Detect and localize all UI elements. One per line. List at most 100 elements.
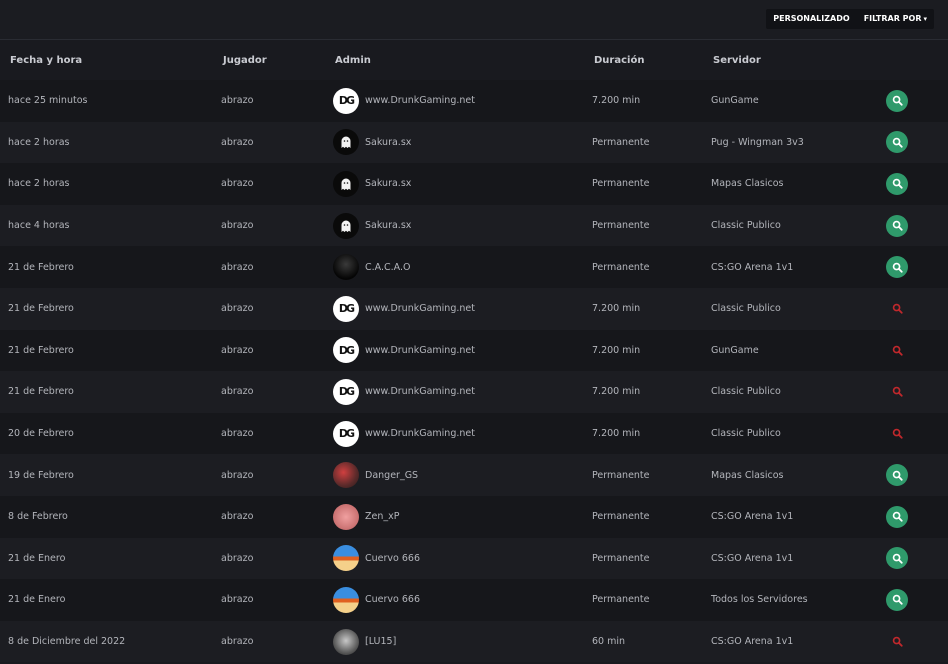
table-row[interactable]: hace 25 minutos abrazo DG www.DrunkGaming.n… — [0, 80, 948, 122]
server-cell: Classic Publico — [711, 386, 781, 398]
table-row[interactable]: 8 de Diciembre del 2022 abrazo [LU15] 60 mi… — [0, 620, 948, 663]
admin-cell: DG www.DrunkGaming.net — [325, 288, 584, 330]
date-cell: 21 de Febrero — [8, 386, 74, 398]
admin-name: C.A.C.A.O — [365, 261, 411, 273]
caret-down-icon: ▾ — [923, 15, 927, 23]
view-details-button[interactable] — [886, 131, 908, 154]
date-cell: 20 de Febrero — [8, 428, 74, 440]
table-row[interactable]: 20 de Febrero abrazo DG www.DrunkGaming.net… — [0, 412, 948, 455]
admin-cell: DG www.DrunkGaming.net — [325, 80, 584, 122]
action-cell — [886, 80, 948, 122]
admin-cell: Sakura.sx — [325, 163, 584, 205]
view-details-button[interactable] — [886, 298, 908, 320]
admin-avatar: DG — [333, 420, 359, 447]
action-cell — [886, 454, 948, 496]
date-cell: 21 de Enero — [8, 594, 66, 606]
column-header-server[interactable]: Servidor — [703, 40, 886, 80]
date-cell: 21 de Febrero — [8, 344, 74, 356]
duration-cell: Permanente — [592, 136, 650, 148]
column-header-admin[interactable]: Admin — [325, 40, 584, 80]
bans-table: Fecha y hora Jugador Admin Duración Serv… — [0, 40, 948, 663]
date-cell: 8 de Diciembre del 2022 — [8, 636, 126, 648]
player-cell: abrazo — [221, 552, 254, 564]
column-header-actions — [886, 40, 948, 80]
player-cell: abrazo — [221, 594, 254, 606]
drunkgaming-logo: DG — [338, 343, 355, 357]
view-details-button[interactable] — [886, 256, 908, 279]
table-row[interactable]: 8 de Febrero abrazo Zen_xP Permanente CS:GO … — [0, 495, 948, 538]
admin-avatar: DG — [333, 87, 359, 114]
table-row[interactable]: 21 de Febrero abrazo DG www.DrunkGaming.net… — [0, 287, 948, 330]
view-details-button[interactable] — [886, 423, 908, 445]
view-details-button[interactable] — [886, 464, 908, 487]
view-details-button[interactable] — [886, 505, 908, 528]
search-icon — [892, 636, 903, 647]
table-row[interactable]: hace 2 horas abrazo Sakura.sx Permanente Pug… — [0, 121, 948, 164]
table-row[interactable]: 21 de Enero abrazo Cuervo 666 Permanente Tod… — [0, 579, 948, 621]
duration-cell: Permanente — [592, 594, 650, 606]
table-row[interactable]: 21 de Febrero abrazo DG www.DrunkGaming.net… — [0, 329, 948, 372]
player-cell: abrazo — [221, 428, 254, 440]
column-header-duration[interactable]: Duración — [584, 40, 703, 80]
column-header-date[interactable]: Fecha y hora — [0, 40, 213, 80]
drunkgaming-logo: DG — [338, 94, 355, 108]
duration-cell: 7.200 min — [592, 303, 641, 315]
search-icon — [892, 470, 903, 481]
search-icon — [892, 428, 903, 439]
search-icon — [892, 95, 903, 106]
admin-name: Sakura.sx — [365, 178, 412, 190]
action-cell — [886, 205, 948, 247]
search-icon — [892, 345, 903, 356]
table-row[interactable]: 19 de Febrero abrazo Danger_GS Permanente Ma… — [0, 454, 948, 496]
view-details-button[interactable] — [886, 89, 908, 112]
view-details-button[interactable] — [886, 172, 908, 195]
admin-cell: Cuervo 666 — [325, 579, 584, 621]
action-cell — [886, 288, 948, 330]
player-cell: abrazo — [221, 178, 254, 190]
action-cell — [886, 538, 948, 580]
admin-avatar — [333, 462, 359, 489]
date-cell: 19 de Febrero — [8, 469, 74, 481]
admin-avatar — [333, 212, 359, 239]
duration-cell: Permanente — [592, 178, 650, 190]
admin-name: Sakura.sx — [365, 136, 412, 148]
view-details-button[interactable] — [886, 631, 908, 653]
date-cell: 21 de Febrero — [8, 261, 74, 273]
server-cell: Todos los Servidores — [711, 594, 808, 606]
table-row[interactable]: 21 de Febrero abrazo C.A.C.A.O Permanente CS… — [0, 246, 948, 288]
table-row[interactable]: hace 2 horas abrazo Sakura.sx Permanente Map… — [0, 163, 948, 205]
admin-cell: DG www.DrunkGaming.net — [325, 330, 584, 372]
column-header-player[interactable]: Jugador — [213, 40, 325, 80]
duration-cell: 7.200 min — [592, 344, 641, 356]
admin-name: www.DrunkGaming.net — [365, 428, 475, 440]
view-details-button[interactable] — [886, 214, 908, 237]
view-details-button[interactable] — [886, 339, 908, 361]
view-details-button[interactable] — [886, 588, 908, 611]
table-row[interactable]: 21 de Febrero abrazo DG www.DrunkGaming.net… — [0, 371, 948, 413]
drunkgaming-logo: DG — [338, 427, 355, 441]
drunkgaming-logo: DG — [338, 385, 355, 399]
admin-name: www.DrunkGaming.net — [365, 303, 475, 315]
server-cell: CS:GO Arena 1v1 — [711, 636, 794, 648]
custom-button[interactable]: PERSONALIZADO — [766, 9, 856, 29]
admin-avatar: DG — [333, 378, 359, 405]
top-bar: PERSONALIZADO FILTRAR POR ▾ — [0, 0, 948, 40]
admin-cell: Danger_GS — [325, 454, 584, 496]
server-cell: Classic Publico — [711, 428, 781, 440]
view-details-button[interactable] — [886, 547, 908, 570]
action-cell — [886, 122, 948, 164]
table-row[interactable]: hace 4 horas abrazo Sakura.sx Permanente Cla… — [0, 204, 948, 247]
admin-avatar: DG — [333, 295, 359, 322]
action-cell — [886, 579, 948, 621]
action-cell — [886, 413, 948, 455]
action-cell — [886, 246, 948, 288]
table-row[interactable]: 21 de Enero abrazo Cuervo 666 Permanente CS:… — [0, 537, 948, 580]
action-cell — [886, 163, 948, 205]
view-details-button[interactable] — [886, 381, 908, 403]
duration-cell: 7.200 min — [592, 386, 641, 398]
date-cell: 21 de Enero — [8, 552, 66, 564]
filter-by-button[interactable]: FILTRAR POR ▾ — [857, 9, 934, 29]
action-cell — [886, 496, 948, 538]
player-cell: abrazo — [221, 469, 254, 481]
search-icon — [892, 594, 903, 606]
